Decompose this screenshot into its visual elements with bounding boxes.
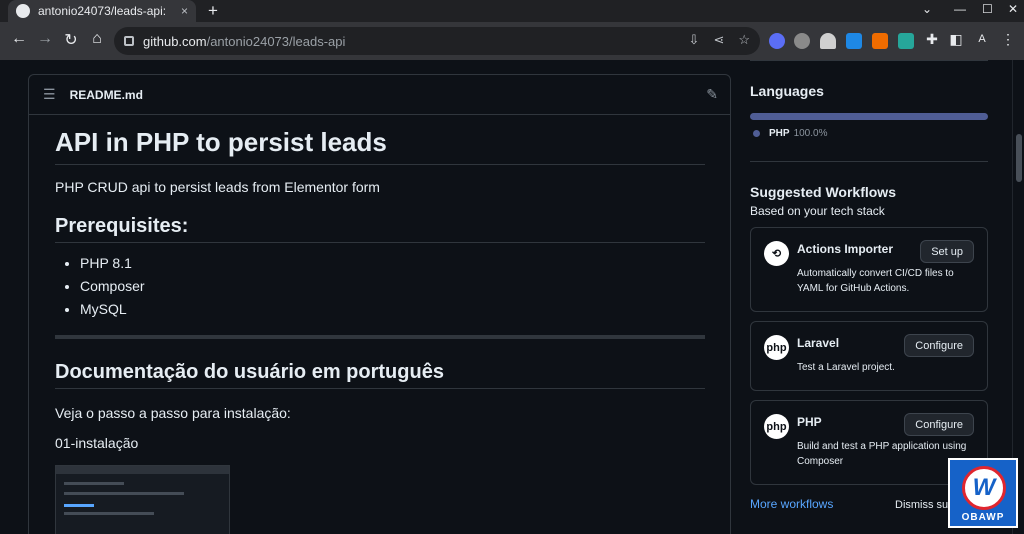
new-tab-button[interactable]: + [208,1,218,21]
workflows-subheading: Based on your tech stack [750,204,885,218]
prerequisites-heading: Prerequisites: [55,215,705,243]
forward-icon[interactable]: → [35,30,55,48]
tab-search-icon[interactable]: ⌄ [922,2,932,16]
lock-icon[interactable] [124,36,134,46]
workflow-card-actions-importer: ⟲ Actions Importer Automatically convert… [750,227,988,312]
set-up-button[interactable]: Set up [920,240,974,263]
browser-toolbar: ← → ↻ ⌂ github.com/antonio24073/leads-ap… [0,22,1024,60]
php-logo-icon: php [764,335,789,360]
share-icon[interactable]: ⋖ [713,32,724,48]
extension-icon-1[interactable] [769,33,785,49]
page-content: ☰ README.md ✎ API in PHP to persist lead… [0,60,1024,534]
extension-icon-3[interactable] [820,33,836,49]
readme-header: ☰ README.md ✎ [29,75,730,115]
configure-button[interactable]: Configure [904,334,974,357]
list-item: MySQL [80,301,705,317]
profile-avatar[interactable]: A [972,33,992,45]
reload-icon[interactable]: ↻ [61,30,81,50]
language-dot [753,130,760,137]
watermark-text: OBAWP [961,512,1005,523]
workflow-card-laravel: php Laravel Test a Laravel project. Conf… [750,321,988,391]
workflow-description: Test a Laravel project. [797,362,895,373]
readme-box: ☰ README.md ✎ API in PHP to persist lead… [28,74,731,534]
languages-heading: Languages [750,83,824,99]
github-icon [16,4,30,18]
back-icon[interactable]: ← [9,30,29,48]
installation-screenshot-image[interactable] [55,465,230,534]
tab-title: antonio24073/leads-api: [38,4,167,18]
dismiss-suggestions-link[interactable]: Dismiss sug [895,499,954,511]
side-panel-icon[interactable]: ◧ [946,31,966,48]
menu-kebab-icon[interactable]: ⋮ [998,31,1018,48]
language-name: PHP [769,128,790,139]
maximize-icon[interactable]: ☐ [982,2,993,16]
tab-close-icon[interactable]: × [181,4,188,18]
horizontal-rule [55,335,705,339]
divider [750,161,988,162]
repo-sidebar: Languages PHP 100.0% Suggested Workflows… [750,60,988,511]
language-percent: 100.0% [793,128,828,139]
extension-icon-2[interactable] [794,33,810,49]
close-window-icon[interactable]: ✕ [1008,2,1018,16]
readme-body: API in PHP to persist leads PHP CRUD api… [55,127,705,534]
configure-button[interactable]: Configure [904,413,974,436]
tab-strip: antonio24073/leads-api: × + ⌄ — ☐ ✕ [0,0,1024,22]
docs-heading: Documentação do usuário em português [55,361,705,389]
workflow-description: Automatically convert CI/CD files to YAM… [797,268,954,294]
language-bar [750,113,988,120]
readme-title: API in PHP to persist leads [55,127,705,165]
home-icon[interactable]: ⌂ [87,30,107,48]
divider [750,60,988,61]
actions-importer-icon: ⟲ [764,241,789,266]
extension-icon-4[interactable] [846,33,862,49]
list-item: Composer [80,278,705,294]
edit-pencil-icon[interactable]: ✎ [706,86,718,103]
prerequisites-list: PHP 8.1 Composer MySQL [80,255,705,317]
outline-list-icon[interactable]: ☰ [43,86,56,103]
browser-tab[interactable]: antonio24073/leads-api: × [8,0,196,22]
docs-intro: Veja o passo a passo para instalação: [55,405,291,421]
extension-icon-6[interactable] [898,33,914,49]
install-icon[interactable]: ⇩ [689,32,700,48]
address-bar[interactable]: github.com/antonio24073/leads-api ⇩ ⋖ ☆ [114,27,760,55]
url-text[interactable]: github.com/antonio24073/leads-api [143,34,345,49]
readme-intro: PHP CRUD api to persist leads from Eleme… [55,179,380,195]
step-label: 01-instalação [55,435,139,451]
list-item: PHP 8.1 [80,255,705,271]
watermark-letter: W [962,466,1006,510]
rss-icon[interactable] [872,33,888,49]
workflows-heading: Suggested Workflows [750,184,896,200]
minimize-icon[interactable]: — [954,2,966,16]
php-logo-icon: php [764,414,789,439]
bookmark-star-icon[interactable]: ☆ [738,32,750,48]
obawp-watermark-logo: W OBAWP [948,458,1018,528]
language-item[interactable]: PHP 100.0% [750,128,988,139]
readme-filename: README.md [69,87,143,102]
extensions-puzzle-icon[interactable]: ✚ [922,31,942,48]
scrollbar-thumb[interactable] [1016,134,1022,182]
